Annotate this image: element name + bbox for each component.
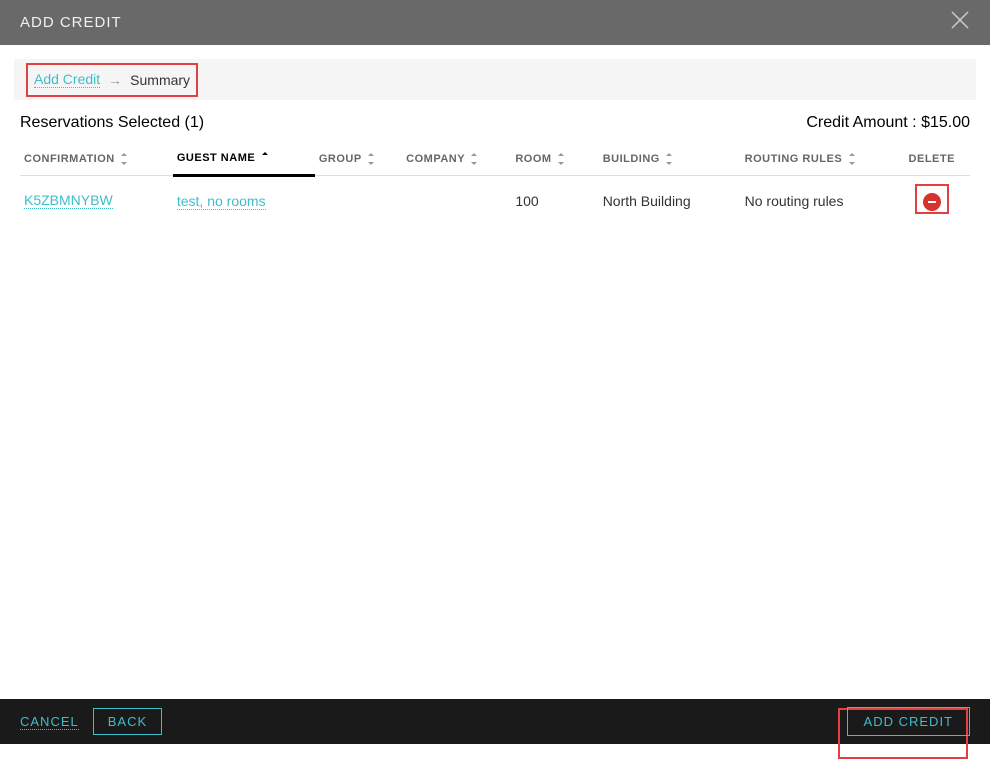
- column-building[interactable]: BUILDING: [599, 142, 741, 176]
- column-routing-rules[interactable]: ROUTING RULES: [741, 142, 894, 176]
- column-guest-name[interactable]: GUEST NAME: [173, 142, 315, 176]
- column-label: CONFIRMATION: [24, 153, 115, 165]
- column-room[interactable]: ROOM: [511, 142, 598, 176]
- table-container: CONFIRMATION GUEST NAME GROUP COMPANY RO…: [0, 142, 990, 225]
- sort-icon: [368, 154, 376, 164]
- table-row: K5ZBMNYBW test, no rooms 100 North Build…: [20, 176, 970, 226]
- column-label: COMPANY: [406, 153, 465, 165]
- column-label: GUEST NAME: [177, 152, 255, 164]
- sort-icon: [666, 154, 674, 164]
- column-confirmation[interactable]: CONFIRMATION: [20, 142, 173, 176]
- breadcrumb-summary: Summary: [130, 72, 190, 88]
- footer-left: CANCEL BACK: [20, 708, 162, 735]
- modal-title: ADD CREDIT: [20, 14, 122, 31]
- info-bar: Reservations Selected (1) Credit Amount …: [0, 100, 990, 142]
- back-button[interactable]: BACK: [93, 708, 162, 735]
- add-credit-button[interactable]: ADD CREDIT: [847, 707, 970, 736]
- reservations-table: CONFIRMATION GUEST NAME GROUP COMPANY RO…: [20, 142, 970, 225]
- routing-rules-cell: No routing rules: [741, 176, 894, 226]
- delete-button[interactable]: [923, 193, 941, 211]
- sort-icon: [121, 154, 129, 164]
- cancel-button[interactable]: CANCEL: [20, 714, 79, 730]
- arrow-right-icon: →: [108, 72, 122, 88]
- footer-bar: CANCEL BACK ADD CREDIT: [0, 699, 990, 744]
- close-icon[interactable]: [950, 9, 970, 37]
- column-label: BUILDING: [603, 153, 660, 165]
- room-cell: 100: [511, 176, 598, 226]
- sort-icon: [471, 154, 479, 164]
- sort-icon: [849, 154, 857, 164]
- footer-right: ADD CREDIT: [847, 713, 970, 731]
- reservations-count: Reservations Selected (1): [20, 114, 204, 132]
- breadcrumb-add-credit[interactable]: Add Credit: [34, 71, 100, 88]
- breadcrumb: Add Credit → Summary: [34, 71, 956, 88]
- credit-amount-label: Credit Amount : $15.00: [806, 114, 970, 132]
- column-label: GROUP: [319, 153, 362, 165]
- column-label: ROUTING RULES: [745, 153, 843, 165]
- column-label: ROOM: [515, 153, 551, 165]
- guest-name-link[interactable]: test, no rooms: [177, 193, 266, 210]
- sort-icon: [558, 154, 566, 164]
- modal-header: ADD CREDIT: [0, 0, 990, 45]
- confirmation-link[interactable]: K5ZBMNYBW: [24, 192, 113, 209]
- column-delete: DELETE: [894, 142, 971, 176]
- group-cell: [315, 176, 402, 226]
- column-label: DELETE: [909, 153, 955, 165]
- building-cell: North Building: [599, 176, 741, 226]
- sort-asc-icon: [262, 153, 270, 163]
- company-cell: [402, 176, 511, 226]
- column-company[interactable]: COMPANY: [402, 142, 511, 176]
- breadcrumb-bar: Add Credit → Summary: [14, 59, 976, 100]
- column-group[interactable]: GROUP: [315, 142, 402, 176]
